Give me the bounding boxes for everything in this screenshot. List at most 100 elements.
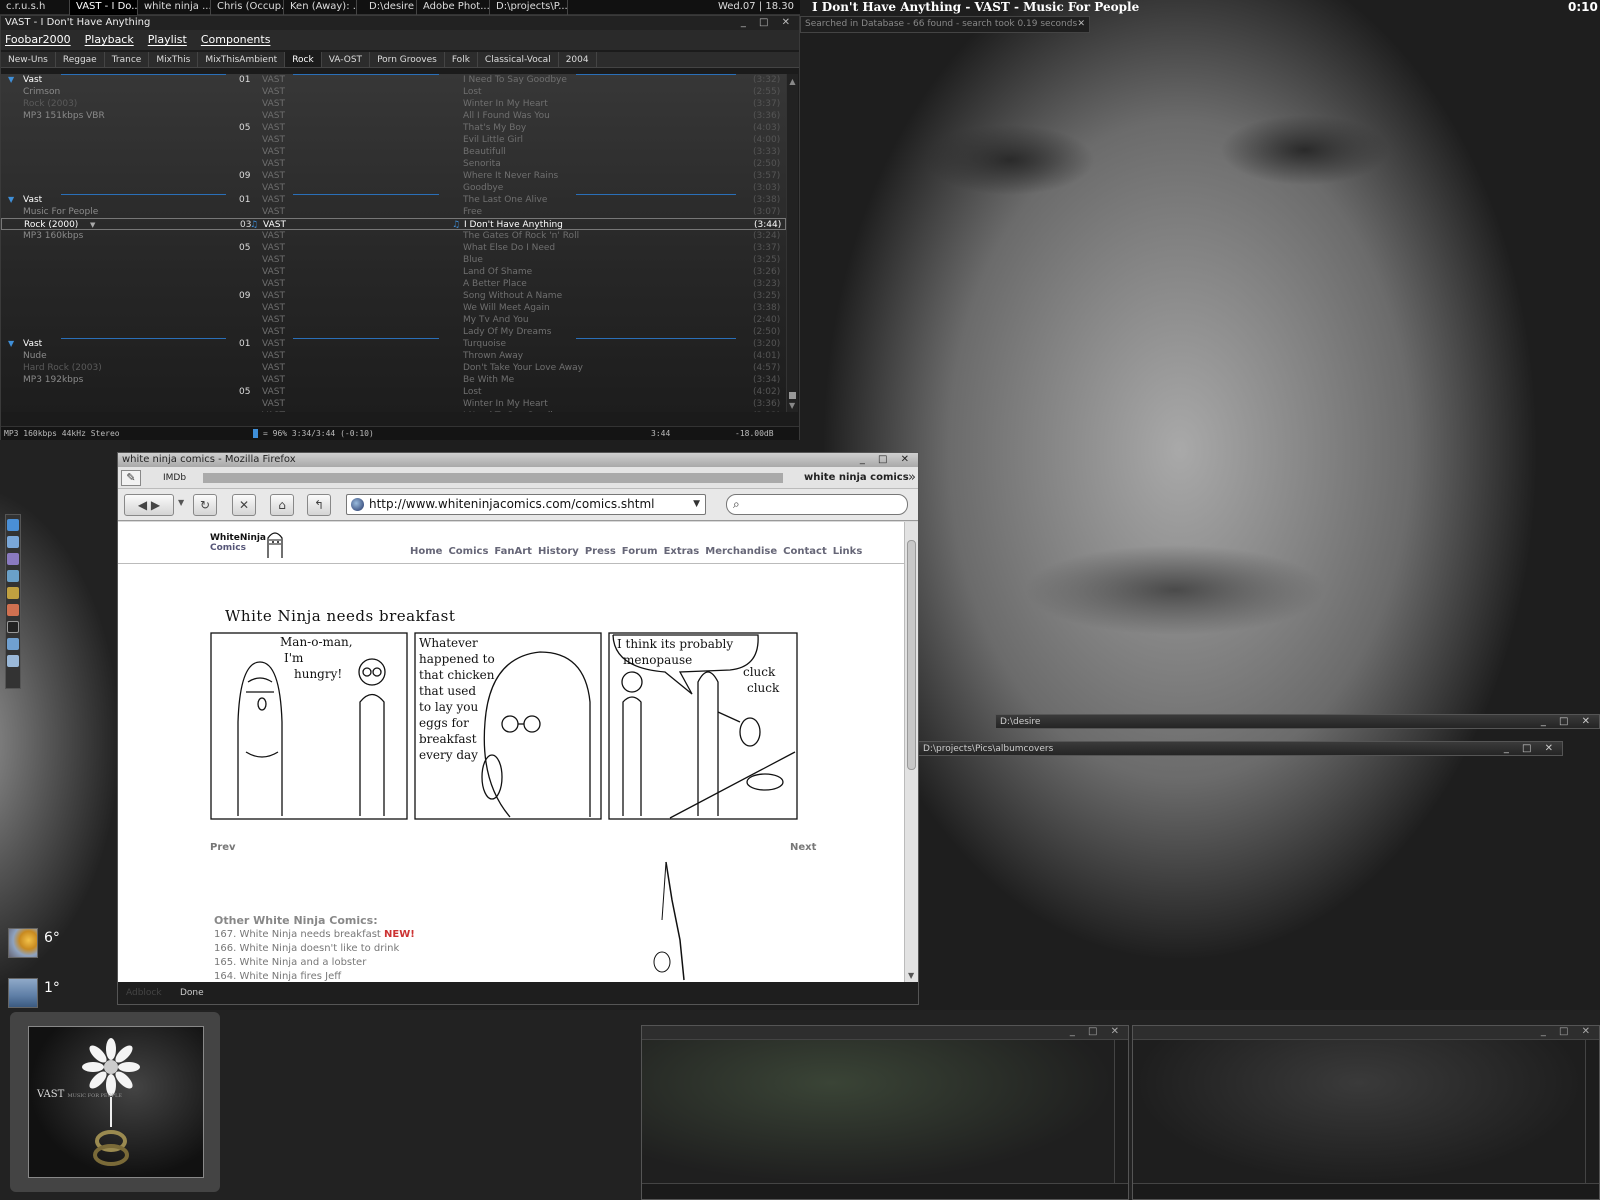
other-comic-item[interactable]: 166. White Ninja doesn't like to drink — [214, 942, 415, 956]
playlist-row[interactable]: ▼ Vast 01 VAST Turquoise (3:20) — [1, 338, 786, 350]
menu-playlist[interactable]: Playlist — [148, 30, 187, 50]
playlist-row[interactable]: 05 VAST Lost (4:02) — [1, 386, 786, 398]
playlist-tab[interactable]: 2004 — [559, 52, 597, 67]
playlist-row[interactable]: MP3 160kbps VAST The Gates Of Rock 'n' Rol… — [1, 230, 786, 242]
search-input[interactable]: ⌕ — [726, 494, 908, 515]
reload-icon[interactable]: ↻ — [193, 494, 217, 516]
playlist-row[interactable]: 05 VAST What Else Do I Need (3:37) — [1, 242, 786, 254]
home-icon[interactable]: ⌂ — [270, 494, 294, 516]
panel-titlebar[interactable]: _ □ ✕ — [1133, 1026, 1599, 1040]
site-nav-link[interactable]: Links — [833, 546, 863, 557]
menu-playback[interactable]: Playback — [85, 30, 134, 50]
scroll-thumb[interactable] — [907, 540, 916, 770]
other-comic-item[interactable]: 164. White Ninja fires Jeff — [214, 970, 415, 982]
window-controls[interactable]: _ □ ✕ — [1504, 742, 1558, 756]
scroll-up-icon[interactable]: ▲ — [787, 77, 798, 86]
playlist-tab[interactable]: MixThis — [149, 52, 199, 67]
window-controls[interactable]: _ □ ✕ — [860, 453, 914, 467]
playlist-row[interactable]: 09 VAST Song Without A Name (3:25) — [1, 290, 786, 302]
window-controls[interactable]: _ □ ✕ — [1070, 1026, 1124, 1037]
back-arrow-icon[interactable]: ◀ — [138, 498, 147, 512]
playlist-row[interactable]: VAST My Tv And You (2:40) — [1, 314, 786, 326]
scroll-down-icon[interactable]: ▼ — [789, 401, 795, 410]
prev-link[interactable]: Prev — [210, 842, 236, 853]
window-controls[interactable]: _ □ ✕ — [1541, 1026, 1595, 1037]
playlist-row[interactable]: VAST Beautifull (3:33) — [1, 146, 786, 158]
foobar-titlebar[interactable]: VAST - I Don't Have Anything _ □ ✕ — [1, 16, 799, 30]
playlist-row[interactable]: MP3 151kbps VBR VAST All I Found Was You (3… — [1, 110, 786, 122]
scroll-thumb[interactable] — [789, 392, 796, 399]
panel-scrollbar[interactable] — [1114, 1040, 1128, 1183]
paint-icon[interactable] — [7, 587, 19, 599]
playlist-row[interactable]: 05 VAST That's My Boy (4:03) — [1, 122, 786, 134]
computer-icon[interactable] — [7, 655, 19, 667]
terminal-icon[interactable] — [7, 621, 19, 633]
playlist-row[interactable]: VAST A Better Place (3:23) — [1, 278, 786, 290]
taskbar-item-ken[interactable]: Ken (Away): ... — [284, 0, 357, 15]
messenger-icon[interactable] — [7, 553, 19, 565]
other-comic-item[interactable]: 167. White Ninja needs breakfast NEW! — [214, 928, 415, 942]
taskbar-item-firefox[interactable]: white ninja ... — [138, 0, 211, 15]
email-icon[interactable] — [7, 536, 19, 548]
taskbar-start[interactable]: c.r.u.s.h — [0, 0, 70, 15]
other-comic-link[interactable]: 167. White Ninja needs breakfast — [214, 929, 381, 940]
playlist-row[interactable]: VAST Winter In My Heart (3:36) — [1, 398, 786, 410]
playlist-row[interactable]: VAST Goodbye (3:03) — [1, 182, 786, 194]
site-nav-link[interactable]: Home — [410, 546, 442, 557]
next-link[interactable]: Next — [790, 842, 816, 853]
adblock-label[interactable]: Adblock — [126, 982, 162, 1004]
playlist-row[interactable]: VAST Evil Little Girl (4:00) — [1, 134, 786, 146]
playlist-row[interactable]: VAST I Need To Say Goodbye (3:32) — [1, 410, 786, 412]
playlist-tab[interactable]: Folk — [445, 52, 478, 67]
playlist-scrollbar[interactable]: ▲ ▼ — [786, 74, 798, 412]
taskbar-item-projects[interactable]: D:\projects\P... — [490, 0, 568, 15]
expand-icon[interactable]: ▼ — [8, 74, 14, 86]
playlist-row-playing[interactable]: Rock (2000) 03 VAST I Don't Have Anything (3… — [1, 218, 786, 230]
music-icon[interactable] — [7, 604, 19, 616]
playlist-row[interactable]: Rock (2003) VAST Winter In My Heart (3:37) — [1, 98, 786, 110]
chevron-right-icon[interactable]: » — [908, 467, 916, 489]
taskbar-item-chris[interactable]: Chris (Occup... — [211, 0, 284, 15]
panel-scrollbar[interactable] — [1585, 1040, 1599, 1183]
expand-icon[interactable]: ▼ — [8, 338, 14, 350]
url-bar[interactable]: http://www.whiteninjacomics.com/comics.s… — [346, 494, 706, 515]
expand-icon[interactable]: ▼ — [8, 194, 14, 206]
page-scrollbar[interactable]: ▼ — [904, 522, 918, 982]
taskbar-item-foobar[interactable]: VAST - I Do... — [70, 0, 138, 15]
site-logo[interactable]: WhiteNinja Comics — [210, 533, 266, 553]
edit-icon[interactable]: ✎ — [121, 470, 141, 486]
scroll-down-icon[interactable]: ▼ — [908, 971, 914, 980]
playlist-tab[interactable]: Porn Grooves — [370, 52, 445, 67]
taskbar-item-desire[interactable]: D:\desire — [357, 0, 417, 15]
playlist-row[interactable]: Hard Rock (2003) VAST Don't Take Your Love… — [1, 362, 786, 374]
history-dropdown-icon[interactable]: ▼ — [178, 498, 184, 507]
other-comic-link[interactable]: 164. White Ninja fires Jeff — [214, 971, 341, 982]
album-cover[interactable]: VAST MUSIC FOR PEOPLE — [28, 1026, 204, 1178]
other-comic-link[interactable]: 165. White Ninja and a lobster — [214, 957, 366, 968]
explorer-window-desire[interactable]: D:\desire _ □ ✕ — [995, 714, 1600, 729]
playlist-row[interactable]: VAST Senorita (2:50) — [1, 158, 786, 170]
browser-icon[interactable] — [7, 519, 19, 531]
playlist-row[interactable]: ▼ Vast 01 VAST The Last One Alive (3:38) — [1, 194, 786, 206]
playlist-row[interactable]: VAST Land Of Shame (3:26) — [1, 266, 786, 278]
playlist-row[interactable]: MP3 192kbps VAST Be With Me (3:34) — [1, 374, 786, 386]
close-icon[interactable]: ✕ — [1077, 17, 1085, 32]
site-nav-link[interactable]: Comics — [448, 546, 488, 557]
site-nav-link[interactable]: History — [538, 546, 579, 557]
window-controls[interactable]: _ □ ✕ — [741, 16, 795, 30]
window-controls[interactable]: _ □ ✕ — [1541, 715, 1595, 729]
playlist-row[interactable]: 09 VAST Where It Never Rains (3:57) — [1, 170, 786, 182]
playlist-tab[interactable]: Trance — [105, 52, 150, 67]
playlist-row[interactable]: Crimson VAST Lost (2:55) — [1, 86, 786, 98]
site-nav-link[interactable]: FanArt — [494, 546, 532, 557]
playlist-row[interactable]: VAST We Will Meet Again (3:38) — [1, 302, 786, 314]
stop-icon[interactable]: ✕ — [232, 494, 256, 516]
bookmark-imdb[interactable]: IMDb — [163, 467, 186, 489]
other-comic-link[interactable]: 166. White Ninja doesn't like to drink — [214, 943, 399, 954]
playlist-tab[interactable]: Rock — [285, 52, 322, 67]
site-nav-link[interactable]: Press — [585, 546, 616, 557]
site-nav-link[interactable]: Extras — [664, 546, 700, 557]
playlist-row[interactable]: ▼ Vast 01 VAST I Need To Say Goodbye (3:32) — [1, 74, 786, 86]
taskbar-item-photoshop[interactable]: Adobe Phot... — [417, 0, 490, 15]
site-nav-link[interactable]: Contact — [783, 546, 827, 557]
